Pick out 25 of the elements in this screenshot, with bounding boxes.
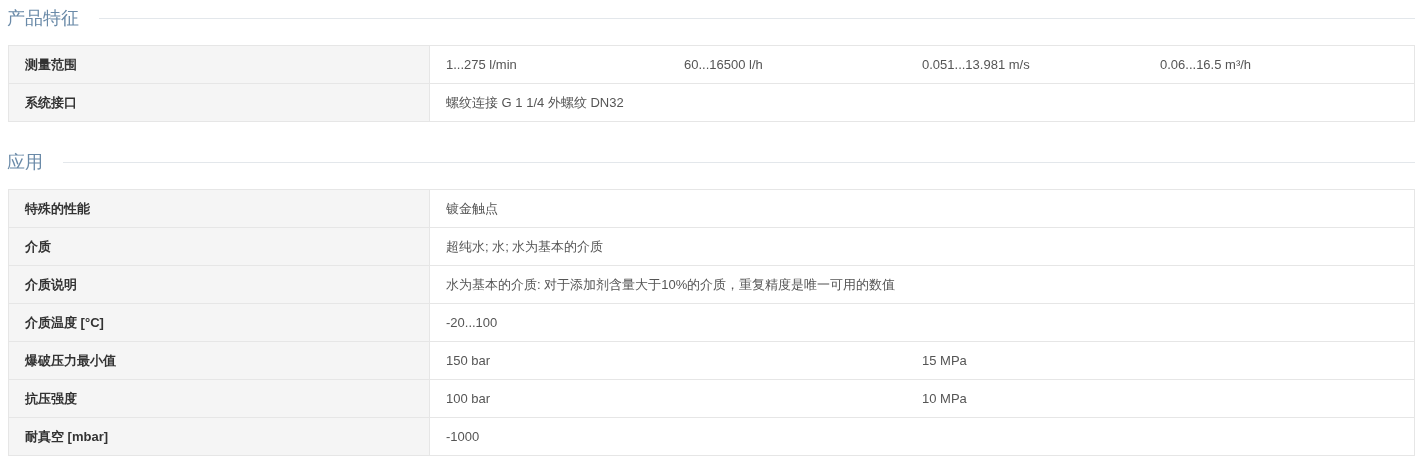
row-label: 爆破压力最小值 (9, 342, 430, 379)
row-value: 15 MPa (922, 353, 968, 368)
row-value: 镀金触点 (446, 199, 499, 218)
row-value: 150 bar (446, 353, 492, 368)
section-title: 产品特征 (7, 7, 79, 30)
row-label: 测量范围 (9, 46, 430, 83)
row-value: 超纯水; 水; 水为基本的介质 (446, 237, 605, 256)
row-value: 1...275 l/min (446, 57, 518, 72)
row-value: -20...100 (446, 315, 499, 330)
row-value: 60...16500 l/h (684, 57, 764, 72)
row-label: 耐真空 [mbar] (9, 418, 430, 455)
row-label: 介质说明 (9, 266, 430, 303)
row-label: 特殊的性能 (9, 190, 430, 227)
row-value: -1000 (446, 429, 481, 444)
row-label: 介质 (9, 228, 430, 265)
row-value: 0.06...16.5 m³/h (1160, 57, 1253, 72)
row-value: 螺纹连接 G 1 1/4 外螺纹 DN32 (446, 93, 625, 112)
row-label: 系统接口 (9, 84, 430, 121)
row-label: 介质温度 [°C] (9, 304, 430, 341)
section-title: 应用 (7, 151, 43, 174)
row-value: 水为基本的介质: 对于添加剂含量大于10%的介质，重复精度是唯一可用的数值 (446, 275, 897, 294)
row-label: 抗压强度 (9, 380, 430, 417)
row-value: 10 MPa (922, 391, 968, 406)
row-value: 100 bar (446, 391, 492, 406)
row-value: 0.051...13.981 m/s (922, 57, 1031, 72)
